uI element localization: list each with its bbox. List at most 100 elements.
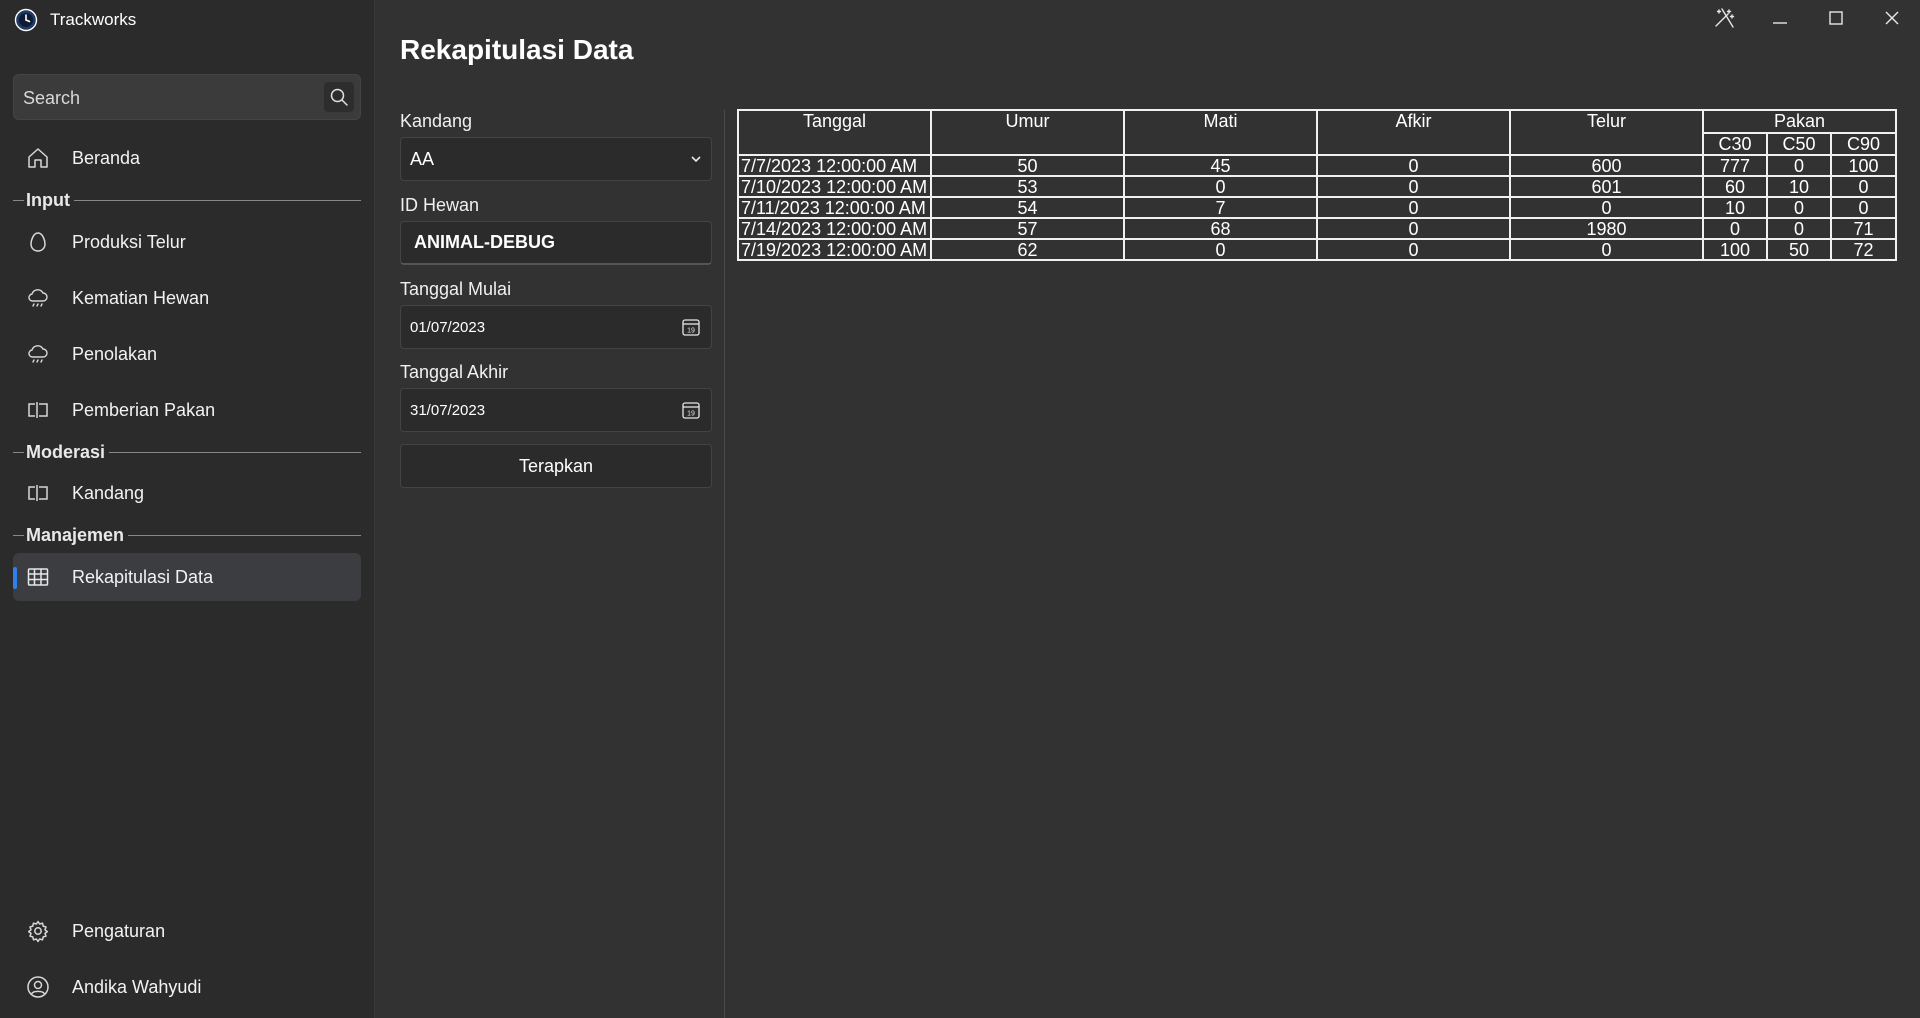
table-row: 7/7/2023 12:00:00 AM 50 45 0 600 777 0 1… (737, 154, 1898, 177)
section-header-moderasi: Moderasi (13, 440, 361, 464)
cell-telur: 0 (1509, 238, 1704, 261)
cell-mati: 0 (1123, 175, 1318, 198)
app-title-bar: Trackworks (14, 8, 136, 32)
tanggal-akhir-value: 31/07/2023 (410, 401, 486, 419)
cell-afkir: 0 (1316, 175, 1511, 198)
cell-c90: 100 (1829, 154, 1898, 177)
minimize-button[interactable] (1752, 0, 1808, 36)
egg-icon (25, 229, 51, 255)
tanggal-mulai-value: 01/07/2023 (410, 318, 486, 336)
col-header-c90: C90 (1829, 131, 1898, 156)
sidebar-item-label: Andika Wahyudi (72, 976, 202, 997)
sidebar-item-kematian-hewan[interactable]: Kematian Hewan (13, 274, 361, 322)
cell-c30: 10 (1702, 196, 1768, 219)
search-button[interactable] (324, 82, 354, 112)
tanggal-mulai-label: Tanggal Mulai (400, 279, 512, 299)
table-row: 7/10/2023 12:00:00 AM 53 0 0 601 60 10 0 (737, 175, 1898, 198)
sidebar-item-label: Kematian Hewan (72, 287, 210, 308)
cell-telur: 600 (1509, 154, 1704, 177)
sidebar-item-label: Pengaturan (72, 920, 166, 941)
tanggal-akhir-datepicker[interactable]: 31/07/2023 19 (400, 388, 712, 432)
cell-umur: 62 (930, 238, 1125, 261)
sidebar-item-pemberian-pakan[interactable]: Pemberian Pakan (13, 386, 361, 434)
cloud-rain-icon (25, 285, 51, 311)
sidebar: Trackworks Beranda Input Produksi Telur … (0, 0, 375, 1018)
cloud-rain-icon (25, 341, 51, 367)
table-icon (25, 564, 51, 590)
section-header-manajemen: Manajemen (13, 523, 361, 547)
table-row: 7/14/2023 12:00:00 AM 57 68 0 1980 0 0 7… (737, 217, 1898, 240)
calendar-icon[interactable]: 19 (671, 400, 711, 420)
sidebar-item-label: Kandang (72, 482, 145, 503)
sidebar-item-user[interactable]: Andika Wahyudi (13, 963, 361, 1011)
cell-mati: 7 (1123, 196, 1318, 219)
sidebar-item-label: Penolakan (72, 343, 158, 364)
cell-umur: 53 (930, 175, 1125, 198)
cell-c30: 100 (1702, 238, 1768, 261)
cell-tanggal: 7/10/2023 12:00:00 AM (737, 175, 932, 198)
cell-telur: 601 (1509, 175, 1704, 198)
cell-mati: 45 (1123, 154, 1318, 177)
cell-tanggal: 7/7/2023 12:00:00 AM (737, 154, 932, 177)
kandang-select[interactable]: AA (400, 137, 712, 181)
cell-telur: 0 (1509, 196, 1704, 219)
tanggal-akhir-label: Tanggal Akhir (400, 362, 509, 382)
sidebar-item-beranda[interactable]: Beranda (13, 134, 361, 182)
cell-c30: 60 (1702, 175, 1768, 198)
svg-text:19: 19 (687, 328, 695, 335)
sidebar-item-kandang[interactable]: Kandang (13, 469, 361, 517)
terapkan-button[interactable]: Terapkan (400, 444, 712, 488)
close-button[interactable] (1864, 0, 1920, 36)
gear-icon (25, 918, 51, 944)
chevron-down-icon (681, 152, 711, 166)
id-hewan-field[interactable]: ANIMAL-DEBUG (400, 221, 712, 265)
cell-c30: 777 (1702, 154, 1768, 177)
user-avatar-icon (25, 974, 51, 1000)
col-header-pakan: Pakan (1701, 109, 1898, 134)
cell-c50: 0 (1766, 154, 1832, 177)
sidebar-item-label: Beranda (72, 147, 141, 168)
col-header-c50: C50 (1766, 131, 1832, 156)
cell-mati: 0 (1123, 238, 1318, 261)
cell-telur: 1980 (1509, 217, 1704, 240)
cell-afkir: 0 (1316, 154, 1511, 177)
id-hewan-label: ID Hewan (400, 195, 480, 215)
cell-tanggal: 7/11/2023 12:00:00 AM (737, 196, 932, 219)
feed-icon (25, 397, 51, 423)
cell-tanggal: 7/19/2023 12:00:00 AM (737, 238, 932, 261)
rekap-table: Tanggal Umur Mati Afkir Telur Pakan C30 … (737, 109, 1898, 261)
search-box (13, 74, 361, 121)
feed-icon (25, 480, 51, 506)
sidebar-item-penolakan[interactable]: Penolakan (13, 330, 361, 378)
cell-umur: 57 (930, 217, 1125, 240)
calendar-icon[interactable]: 19 (671, 317, 711, 337)
id-hewan-value: ANIMAL-DEBUG (414, 232, 555, 252)
maximize-icon (1829, 11, 1843, 25)
kandang-label: Kandang (400, 111, 473, 131)
sidebar-item-rekapitulasi-data[interactable]: Rekapitulasi Data (13, 553, 361, 601)
table-row: 7/11/2023 12:00:00 AM 54 7 0 0 10 0 0 (737, 196, 1898, 219)
search-input[interactable] (14, 75, 325, 121)
col-header-telur: Telur (1509, 109, 1704, 156)
cell-c50: 50 (1766, 238, 1832, 261)
sidebar-item-produksi-telur[interactable]: Produksi Telur (13, 218, 361, 266)
svg-text:19: 19 (687, 411, 695, 418)
maximize-button[interactable] (1808, 0, 1864, 36)
sidebar-item-pengaturan[interactable]: Pengaturan (13, 907, 361, 955)
col-header-tanggal: Tanggal (737, 109, 932, 156)
content-divider (724, 110, 725, 1018)
section-header-input: Input (13, 188, 361, 212)
cell-c90: 0 (1829, 196, 1898, 219)
cell-afkir: 0 (1316, 238, 1511, 261)
tanggal-mulai-datepicker[interactable]: 01/07/2023 19 (400, 305, 712, 349)
magic-wand-icon (1715, 8, 1735, 28)
kandang-selected-value: AA (410, 148, 435, 169)
page-title: Rekapitulasi Data (400, 34, 634, 65)
sidebar-item-label: Rekapitulasi Data (72, 566, 214, 587)
minimize-icon (1773, 22, 1787, 24)
sidebar-item-label: Produksi Telur (72, 231, 186, 252)
app-title: Trackworks (50, 10, 137, 29)
cell-c90: 0 (1829, 175, 1898, 198)
compact-overlay-button[interactable] (1696, 0, 1752, 36)
cell-umur: 50 (930, 154, 1125, 177)
